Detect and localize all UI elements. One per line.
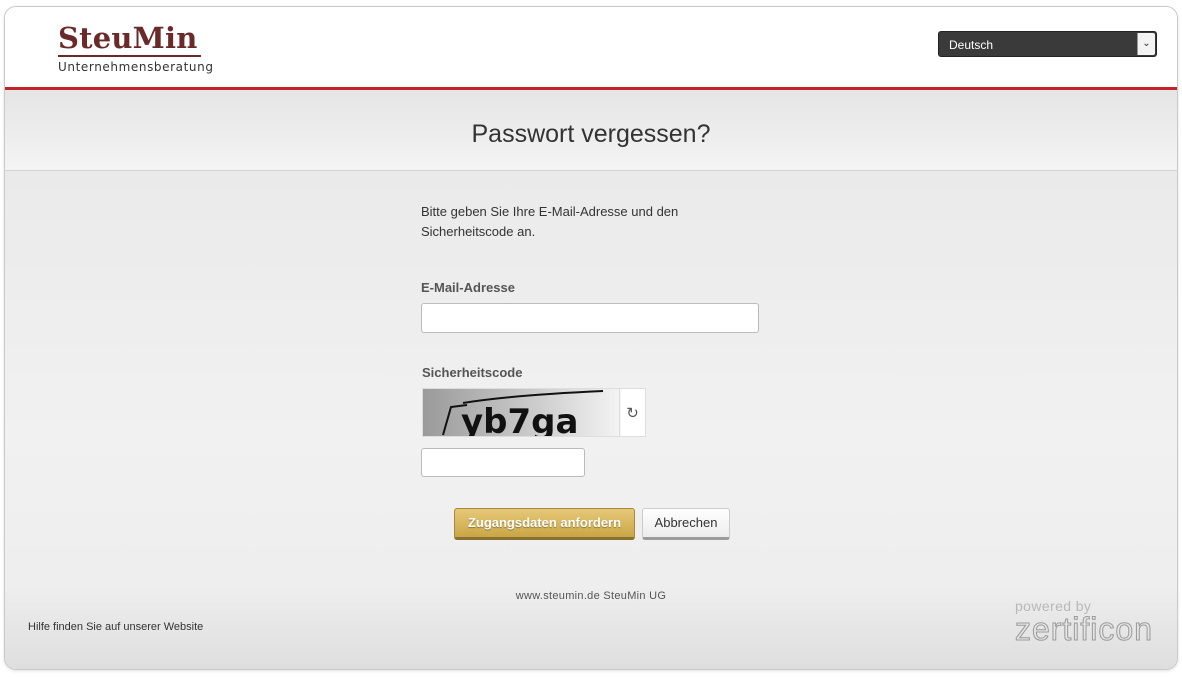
forgot-password-form: Bitte geben Sie Ihre E-Mail-Adresse und …	[421, 202, 781, 477]
refresh-icon[interactable]: ↻	[619, 389, 645, 436]
captcha-label: Sicherheitscode	[422, 365, 523, 380]
page-frame: SteuMin Unternehmensberatung Deutsch ⌄ P…	[4, 6, 1178, 670]
captcha-field[interactable]	[421, 448, 585, 477]
logo: SteuMin Unternehmensberatung	[58, 22, 214, 74]
request-credentials-button[interactable]: Zugangsdaten anfordern	[454, 508, 635, 540]
captcha-image: yb7ga	[423, 389, 621, 436]
title-band: Passwort vergessen?	[5, 90, 1177, 171]
logo-underline	[58, 55, 201, 57]
language-select[interactable]: Deutsch ⌄	[938, 31, 1157, 57]
captcha-text: yb7ga	[461, 402, 578, 436]
powered-by-logo: powered by zertificon	[1014, 598, 1153, 647]
zertificon-brand: zertificon	[1014, 611, 1153, 647]
email-label: E-Mail-Adresse	[421, 280, 515, 295]
chevron-down-icon[interactable]: ⌄	[1137, 33, 1155, 55]
main-content: Passwort vergessen? Bitte geben Sie Ihre…	[5, 90, 1177, 669]
footer-site-text: www.steumin.de SteuMin UG	[515, 590, 667, 602]
language-select-value: Deutsch	[949, 38, 994, 52]
logo-name: SteuMin	[58, 21, 198, 55]
intro-text: Bitte geben Sie Ihre E-Mail-Adresse und …	[421, 204, 679, 239]
email-field[interactable]	[421, 303, 759, 333]
cancel-button[interactable]: Abbrechen	[642, 508, 730, 540]
captcha-box: yb7ga ↻	[422, 388, 646, 437]
page-title: Passwort vergessen?	[471, 120, 711, 148]
logo-tagline: Unternehmensberatung	[58, 60, 214, 74]
header: SteuMin Unternehmensberatung Deutsch ⌄	[5, 7, 1177, 90]
help-link[interactable]: Hilfe finden Sie auf unserer Website	[28, 621, 203, 633]
